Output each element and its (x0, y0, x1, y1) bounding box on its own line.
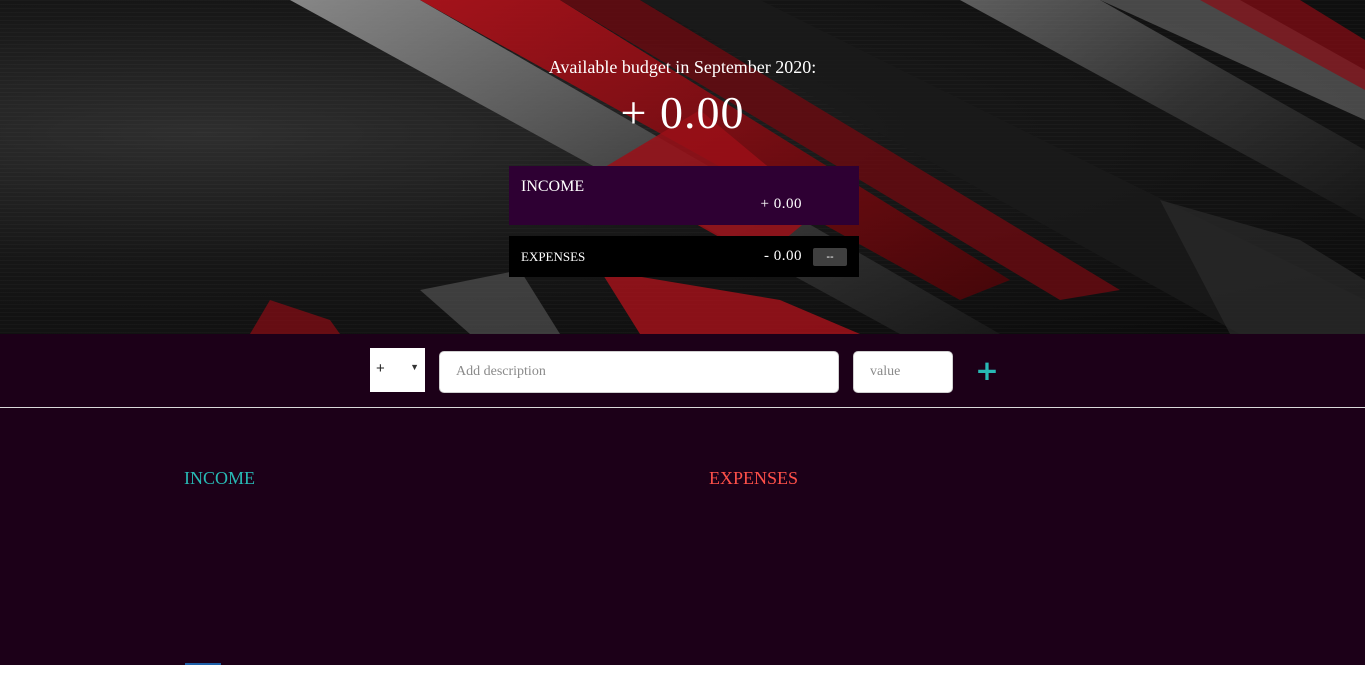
description-input[interactable] (439, 351, 839, 393)
type-select[interactable]: + ▼ (370, 348, 425, 392)
add-entry-bar: + ▼ + (0, 334, 1365, 408)
budget-title: Available budget in September 2020: (548, 57, 817, 77)
page-bottom-strip (0, 665, 1365, 691)
income-summary-label: INCOME (521, 178, 585, 195)
budget-value: + 0.00 (620, 87, 745, 138)
expenses-summary-label: EXPENSES (521, 249, 586, 264)
entries-section: INCOME EXPENSES (0, 408, 1365, 665)
expenses-percentage-badge: -- (813, 248, 847, 266)
income-summary-value: + 0.00 (760, 196, 802, 212)
income-list-title: INCOME (184, 468, 255, 488)
budget-header: Available budget in September 2020: + 0.… (0, 0, 1365, 334)
value-input[interactable] (853, 351, 953, 393)
expenses-list-title: EXPENSES (709, 468, 799, 488)
expenses-summary-value: - 0.00 (764, 248, 802, 264)
add-entry-button[interactable]: + (973, 356, 1001, 386)
income-summary-card: INCOME + 0.00 (509, 166, 859, 225)
dropdown-arrow-icon: ▼ (410, 362, 419, 372)
expenses-summary-card: EXPENSES - 0.00 -- (509, 236, 859, 277)
type-select-value: + (376, 360, 385, 377)
